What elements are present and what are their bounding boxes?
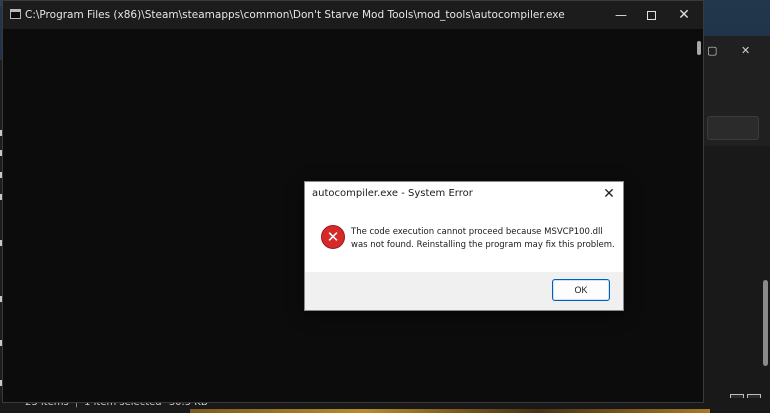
dialog-close-button[interactable]: ✕	[597, 184, 621, 204]
maximize-icon	[646, 11, 656, 20]
ok-button[interactable]: OK	[552, 279, 610, 301]
explorer-address-bar[interactable]	[707, 116, 759, 140]
console-scroll-thumb[interactable]	[697, 41, 701, 55]
error-message: The code execution cannot proceed becaus…	[351, 226, 619, 252]
explorer-scrollbar[interactable]	[763, 280, 768, 366]
error-icon: ✕	[321, 225, 345, 249]
minimize-button[interactable]: —	[606, 5, 636, 25]
error-message-line-1: The code execution cannot proceed becaus…	[351, 227, 603, 237]
explorer-close-icon[interactable]: ✕	[741, 44, 750, 57]
taskbar-strip	[190, 409, 710, 413]
console-app-icon	[10, 9, 21, 19]
system-error-dialog: autocompiler.exe - System Error ✕ ✕ The …	[304, 181, 624, 311]
close-button[interactable]: ✕	[669, 5, 699, 25]
close-icon: ✕	[678, 7, 690, 23]
dialog-title: autocompiler.exe - System Error	[312, 188, 473, 199]
console-titlebar[interactable]: C:\Program Files (x86)\Steam\steamapps\c…	[3, 1, 703, 29]
explorer-window: ▢ ✕	[700, 36, 770, 413]
dialog-footer: OK	[305, 272, 623, 310]
dialog-close-icon: ✕	[603, 186, 615, 202]
explorer-restore-icon[interactable]: ▢	[707, 44, 717, 57]
console-title: C:\Program Files (x86)\Steam\steamapps\c…	[25, 9, 565, 21]
console-scrollbar[interactable]	[689, 29, 703, 402]
maximize-button[interactable]	[636, 5, 666, 25]
minimize-icon: —	[615, 8, 627, 22]
explorer-file-pane	[701, 146, 770, 413]
error-message-line-2: was not found. Reinstalling the program …	[351, 240, 615, 250]
